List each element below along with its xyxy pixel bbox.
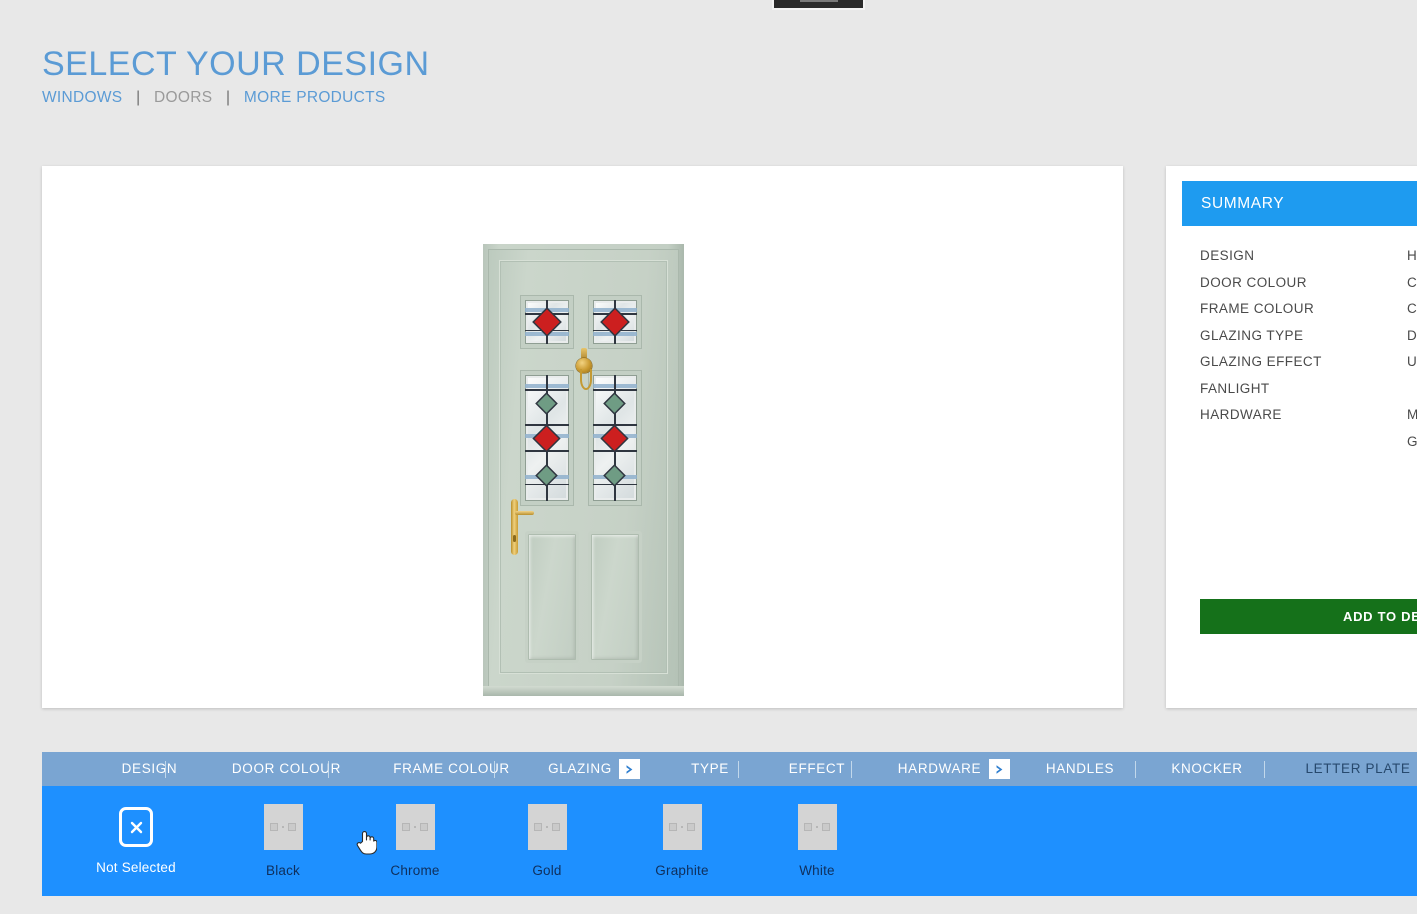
breadcrumb-item-more-products[interactable]: MORE PRODUCTS	[244, 89, 386, 106]
add-to-design-button[interactable]: ADD TO DESIGN	[1200, 599, 1417, 634]
not-selected-icon	[119, 807, 153, 847]
broken-image-icon	[263, 804, 303, 850]
broken-image-icon	[395, 804, 435, 850]
broken-image-icon	[797, 804, 837, 850]
tab-knocker[interactable]: KNOCKER	[1142, 752, 1272, 786]
swatch-label: Not Selected	[96, 860, 176, 875]
summary-row-glazing-effect: GLAZING EFFECT Un	[1200, 354, 1417, 381]
tab-divider	[494, 761, 495, 778]
swatch-not-selected[interactable]: Not Selected	[76, 804, 196, 875]
tab-divider	[328, 761, 329, 778]
tab-divider	[738, 761, 739, 778]
door-preview-panel	[42, 166, 1123, 708]
summary-value: Ch	[1407, 274, 1417, 290]
summary-label: DESIGN	[1200, 248, 1255, 263]
swatch-chrome[interactable]: Chrome	[355, 804, 475, 878]
door-lower-panel-left	[528, 534, 576, 660]
tab-divider	[165, 761, 166, 778]
summary-label: DOOR COLOUR	[1200, 274, 1307, 290]
summary-label: GLAZING TYPE	[1200, 327, 1304, 343]
summary-label: FRAME COLOUR	[1200, 301, 1315, 316]
breadcrumb-separator: |	[136, 89, 141, 106]
door-knocker-icon	[576, 348, 592, 390]
summary-row-design: DESIGN Ha	[1200, 248, 1417, 275]
swatch-gold[interactable]: Gold	[487, 804, 607, 878]
summary-value: Ch	[1407, 301, 1417, 316]
breadcrumb-separator: |	[225, 89, 231, 106]
summary-row-fanlight: FANLIGHT	[1200, 381, 1417, 408]
door-glass-top-right	[593, 300, 637, 344]
summary-label: GLAZING EFFECT	[1200, 354, 1322, 369]
summary-panel: SUMMARY DESIGN Ha DOOR COLOUR Ch FRAME C…	[1166, 166, 1417, 708]
tab-handles[interactable]: HANDLES	[1015, 752, 1145, 786]
summary-label: FANLIGHT	[1200, 380, 1270, 396]
page-title: SELECT YOUR DESIGN	[42, 45, 430, 83]
tab-letter-plate[interactable]: LETTER PLATE	[1273, 752, 1417, 786]
door-slab	[488, 249, 679, 688]
top-window-bar-stub	[772, 0, 865, 10]
broken-image-icon	[662, 804, 702, 850]
tabs-next-button-1[interactable]	[619, 759, 640, 779]
door-glass-top-left	[525, 300, 569, 344]
tab-divider	[851, 761, 852, 778]
swatch-white[interactable]: White	[757, 804, 877, 878]
summary-row-door-colour: DOOR COLOUR Ch	[1200, 275, 1417, 302]
summary-heading: SUMMARY	[1182, 181, 1417, 226]
summary-value: Mo	[1407, 407, 1417, 422]
tabs-next-button-2[interactable]	[989, 759, 1010, 779]
swatch-black[interactable]: Black	[223, 804, 343, 878]
door-glass-bottom-right	[593, 375, 637, 501]
breadcrumb-item-doors[interactable]: DOORS	[154, 89, 212, 106]
breadcrumb-item-windows[interactable]: WINDOWS	[42, 89, 122, 106]
tab-divider	[1264, 761, 1265, 778]
swatch-label: Graphite	[655, 863, 709, 878]
broken-image-icon	[527, 804, 567, 850]
chevron-right-icon	[626, 764, 633, 774]
summary-row-glazing-type: GLAZING TYPE Do	[1200, 328, 1417, 355]
door-lower-panel-right	[591, 534, 639, 660]
swatch-label: Gold	[532, 863, 562, 878]
summary-value: Do	[1407, 327, 1417, 343]
chevron-right-icon	[996, 764, 1003, 774]
summary-row-hardware: HARDWARE Mo	[1200, 407, 1417, 434]
summary-value: Un	[1407, 354, 1417, 369]
door-preview-image[interactable]	[483, 244, 684, 696]
swatch-label: Black	[265, 863, 300, 878]
door-threshold	[483, 686, 684, 696]
option-swatch-strip: Not Selected Black Chrome Gold Graphite …	[42, 786, 1417, 896]
summary-value: Go	[1407, 433, 1417, 449]
summary-value: Ha	[1407, 248, 1417, 263]
swatch-label: Chrome	[390, 863, 440, 878]
top-bar-handle	[800, 0, 838, 2]
swatch-graphite[interactable]: Graphite	[622, 804, 742, 878]
close-x-icon	[130, 821, 142, 833]
swatch-label: White	[799, 863, 835, 878]
summary-row-hardware-extra: Go	[1200, 434, 1417, 461]
summary-label: HARDWARE	[1200, 407, 1282, 422]
tab-divider	[1135, 761, 1136, 778]
option-tab-strip: DESIGN DOOR COLOUR FRAME COLOUR GLAZING …	[42, 752, 1417, 786]
door-handle-icon	[509, 499, 534, 555]
tab-effect[interactable]: EFFECT	[752, 752, 882, 786]
summary-rows: DESIGN Ha DOOR COLOUR Ch FRAME COLOUR Ch…	[1200, 248, 1417, 460]
summary-row-frame-colour: FRAME COLOUR Ch	[1200, 301, 1417, 328]
breadcrumb: WINDOWS | DOORS | MORE PRODUCTS	[42, 89, 386, 107]
door-glass-bottom-left	[525, 375, 569, 501]
